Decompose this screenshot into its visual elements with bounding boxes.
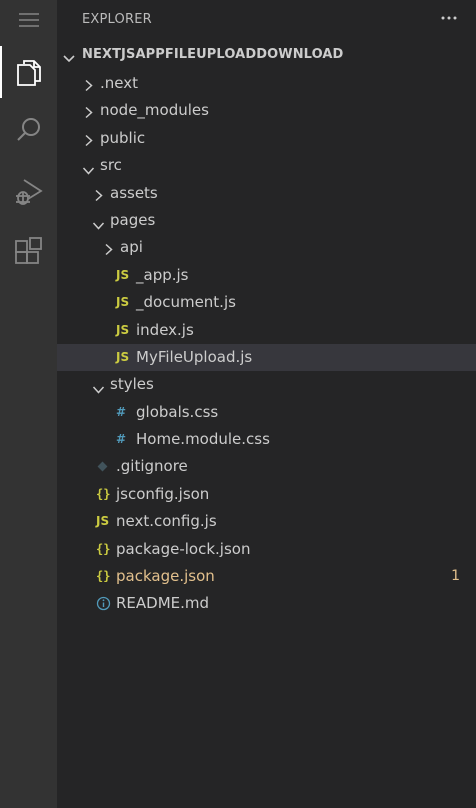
chevron-down-icon bbox=[92, 380, 105, 399]
json-file-icon: {} bbox=[96, 541, 111, 556]
tree-item-label: .next bbox=[100, 74, 138, 92]
files-icon[interactable] bbox=[0, 46, 57, 98]
folder-assets[interactable]: assets bbox=[57, 180, 476, 207]
css-file-icon: # bbox=[116, 404, 127, 419]
workspace-title: NEXTJSAPPFILEUPLOADDOWNLOAD bbox=[82, 47, 344, 62]
tree-item-label: package-lock.json bbox=[116, 539, 251, 558]
folder-next[interactable]: .next bbox=[57, 70, 476, 97]
extensions-icon[interactable] bbox=[0, 226, 57, 278]
file-index-js[interactable]: JS index.js bbox=[57, 317, 476, 344]
json-file-icon: {} bbox=[96, 569, 111, 584]
hamburger-menu-icon[interactable] bbox=[0, 0, 57, 46]
chevron-right-icon bbox=[84, 77, 94, 96]
tree-item-label: .gitignore bbox=[116, 457, 188, 476]
chevron-down-icon bbox=[92, 216, 105, 235]
tree-item-label: package.json bbox=[116, 567, 215, 586]
tree-item-label: Home.module.css bbox=[136, 430, 270, 449]
tree-item-label: index.js bbox=[136, 320, 194, 339]
js-file-icon: JS bbox=[116, 322, 130, 337]
js-file-icon: JS bbox=[116, 295, 130, 310]
file-tree: .next node_modulespublic src assets pages api… bbox=[57, 70, 476, 618]
tree-item-label: api bbox=[120, 238, 143, 257]
folder-node-modules[interactable]: node_modules bbox=[57, 97, 476, 124]
run-debug-icon[interactable] bbox=[0, 166, 57, 218]
tree-item-label: pages bbox=[110, 210, 156, 229]
json-file-icon: {} bbox=[96, 486, 111, 501]
chevron-right-icon bbox=[104, 241, 114, 260]
js-file-icon: JS bbox=[116, 349, 130, 364]
file-myfileupload-js[interactable]: JS MyFileUpload.js bbox=[57, 343, 476, 372]
explorer-title: EXPLORER bbox=[82, 12, 152, 27]
folder-pages[interactable]: pages bbox=[57, 207, 476, 234]
js-file-icon: JS bbox=[96, 514, 110, 529]
ellipsis-icon[interactable] bbox=[438, 7, 460, 29]
chevron-right-icon bbox=[84, 132, 94, 151]
file-document-js[interactable]: JS _document.js bbox=[57, 289, 476, 316]
chevron-right-icon bbox=[94, 187, 104, 206]
chevron-down-icon bbox=[62, 49, 76, 68]
tree-item-label: assets bbox=[110, 183, 158, 202]
tree-item-label: next.config.js bbox=[116, 512, 217, 531]
tree-item-label: src bbox=[100, 156, 122, 175]
activity-bar bbox=[0, 0, 57, 808]
tree-item-label: README.md bbox=[116, 594, 210, 613]
tree-item-label: MyFileUpload.js bbox=[136, 347, 253, 366]
file-package-lock-json[interactable]: {} package-lock.json bbox=[57, 536, 476, 563]
folder-api[interactable]: api bbox=[57, 234, 476, 261]
tree-item-label: _app.js bbox=[136, 265, 189, 284]
tree-item-label: node_modules bbox=[100, 101, 209, 120]
problem-count-badge: 1 bbox=[451, 568, 460, 585]
git-file-icon bbox=[96, 460, 109, 476]
js-file-icon: JS bbox=[116, 267, 130, 282]
chevron-down-icon bbox=[82, 161, 95, 180]
folder-styles[interactable]: styles bbox=[57, 371, 476, 398]
file-globals-css[interactable]: # globals.css bbox=[57, 399, 476, 426]
file-home-module-css[interactable]: # Home.module.css bbox=[57, 426, 476, 453]
folder-public[interactable]: public bbox=[57, 125, 476, 152]
tree-item-label: _document.js bbox=[136, 293, 236, 312]
file-app-js[interactable]: JS _app.js bbox=[57, 262, 476, 289]
tree-item-label: globals.css bbox=[136, 402, 219, 421]
file-jsconfig-json[interactable]: {} jsconfig.json bbox=[57, 481, 476, 508]
file-next-config-js[interactable]: JS next.config.js bbox=[57, 508, 476, 535]
chevron-right-icon bbox=[84, 104, 94, 123]
file-readme-md[interactable]: README.md bbox=[57, 590, 476, 617]
tree-item-label: public bbox=[100, 128, 146, 147]
file-package-json[interactable]: {} package.json 1 bbox=[57, 563, 476, 590]
explorer-sidebar: EXPLORER NEXTJSAPPFILEUPLOADDOWNLOAD .ne… bbox=[57, 0, 476, 808]
info-file-icon bbox=[96, 596, 111, 614]
workspace-section-header[interactable]: NEXTJSAPPFILEUPLOADDOWNLOAD bbox=[57, 42, 476, 69]
css-file-icon: # bbox=[116, 432, 127, 447]
file-gitignore[interactable]: .gitignore bbox=[57, 453, 476, 480]
folder-src[interactable]: src bbox=[57, 152, 476, 179]
search-icon[interactable] bbox=[0, 104, 57, 156]
tree-item-label: jsconfig.json bbox=[116, 484, 210, 503]
tree-item-label: styles bbox=[110, 375, 154, 394]
explorer-header: EXPLORER bbox=[57, 0, 476, 40]
